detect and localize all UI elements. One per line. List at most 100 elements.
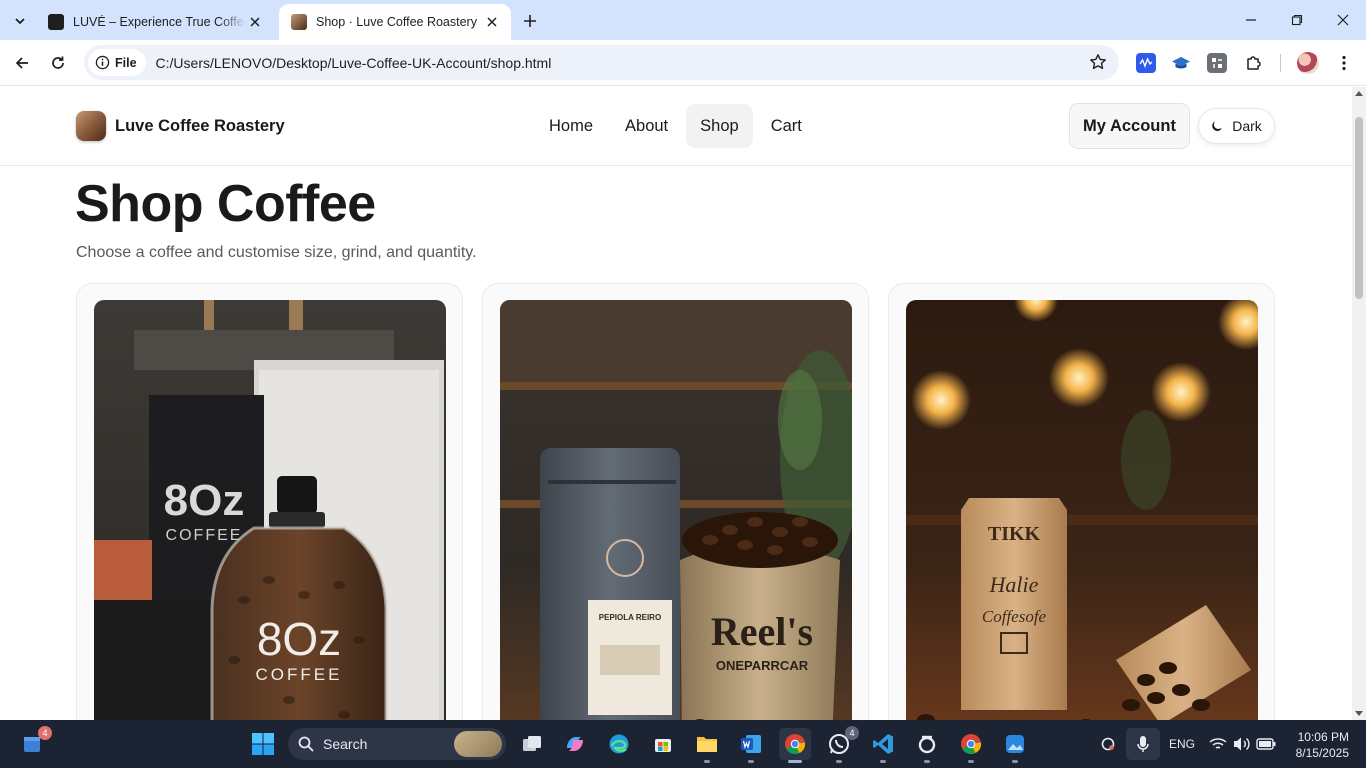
reload-button[interactable]: [43, 48, 73, 78]
extension-grid-icon[interactable]: [1207, 53, 1227, 73]
nav-cart[interactable]: Cart: [757, 104, 816, 148]
ring-app-icon: [918, 735, 936, 754]
start-button[interactable]: [247, 728, 279, 760]
running-indicator: [1012, 760, 1018, 763]
minimize-icon: [1246, 19, 1256, 21]
close-icon[interactable]: [483, 13, 501, 31]
product-image: PEPIOLA REIRO Reel's ONEPARRCAR: [500, 300, 852, 720]
browser-menu-button[interactable]: [1329, 48, 1359, 78]
store-icon: [655, 739, 671, 752]
dark-mode-toggle[interactable]: Dark: [1198, 108, 1275, 144]
scrollbar-thumb[interactable]: [1355, 117, 1363, 299]
search-icon: [298, 736, 314, 752]
tab-search-button[interactable]: [6, 7, 34, 35]
close-icon: [1337, 14, 1349, 26]
dark-mode-label: Dark: [1232, 118, 1262, 134]
system-clock[interactable]: 10:06 PM 8/15/2025: [1287, 729, 1349, 761]
running-indicator: [924, 760, 930, 763]
folder-icon: [697, 737, 717, 752]
tab-title: LUVÉ – Experience True Coffee Q: [73, 15, 246, 29]
url-text[interactable]: C:/Users/LENOVO/Desktop/Luve-Coffee-UK-A…: [156, 55, 552, 71]
tab-title: Shop · Luve Coffee Roastery: [316, 15, 477, 29]
clock-time: 10:06 PM: [1297, 730, 1349, 744]
back-button[interactable]: [7, 48, 37, 78]
product-card[interactable]: 8Oz COFFEE 8Oz COFFEE: [76, 283, 463, 720]
chrome-icon: [785, 734, 806, 755]
web-page: Luve Coffee Roastery Home About Shop Car…: [0, 87, 1352, 720]
clock-date: 8/15/2025: [1295, 746, 1349, 760]
photos-icon: [1006, 735, 1024, 753]
profile-avatar[interactable]: [1297, 52, 1319, 74]
brand-link[interactable]: Luve Coffee Roastery: [76, 111, 285, 141]
close-window-button[interactable]: [1320, 0, 1366, 40]
microphone-button[interactable]: [1126, 728, 1160, 760]
wifi-button[interactable]: [1206, 728, 1230, 760]
arrow-left-icon: [15, 57, 28, 69]
microphone-icon: [1137, 736, 1149, 752]
page-scrollbar[interactable]: [1352, 87, 1366, 720]
product-card[interactable]: PEPIOLA REIRO Reel's ONEPARRCAR: [482, 283, 869, 720]
extensions-puzzle-icon[interactable]: [1244, 53, 1264, 73]
volume-button[interactable]: [1230, 728, 1254, 760]
microsoft-store-button[interactable]: [647, 728, 679, 760]
bottle-box-brand-text: 8Oz: [164, 476, 245, 525]
notification-badge: 4: [845, 726, 859, 740]
nav-about[interactable]: About: [611, 104, 682, 148]
star-icon[interactable]: [1089, 53, 1107, 71]
task-view-button[interactable]: [516, 728, 548, 760]
luve-icon: [48, 14, 64, 30]
word-button[interactable]: [735, 728, 767, 763]
nav-home[interactable]: Home: [535, 104, 607, 148]
scroll-up-icon[interactable]: [1355, 91, 1363, 96]
copilot-icon: [567, 737, 583, 751]
battery-icon: [1256, 738, 1276, 750]
page-title: Shop Coffee: [75, 175, 376, 233]
running-indicator: [836, 760, 842, 763]
nav-shop[interactable]: Shop: [686, 104, 753, 148]
extension-graduation-cap-icon[interactable]: [1171, 53, 1191, 73]
edge-button[interactable]: [603, 728, 635, 760]
tab-shop[interactable]: Shop · Luve Coffee Roastery: [279, 4, 511, 40]
calendar-widget-button[interactable]: 4: [16, 726, 52, 760]
copilot-button[interactable]: [559, 728, 591, 760]
tab-luve-home[interactable]: LUVÉ – Experience True Coffee Q: [36, 4, 274, 40]
tray-app-icon[interactable]: [1095, 728, 1121, 760]
bottle-brand-text: 8Oz: [257, 613, 341, 665]
restore-icon: [1291, 14, 1303, 26]
my-account-button[interactable]: My Account: [1069, 103, 1190, 149]
kraft-bag-brand-text: TIKK: [988, 523, 1041, 545]
kraft-bag-sub-text: Halie: [989, 572, 1039, 597]
wifi-icon: [1209, 738, 1227, 749]
app-ring-button[interactable]: [911, 728, 943, 763]
photos-button[interactable]: [999, 728, 1031, 763]
moon-icon: [1212, 121, 1223, 131]
main-nav: Home About Shop Cart: [535, 104, 816, 148]
whatsapp-button[interactable]: 4: [823, 726, 859, 763]
close-icon[interactable]: [246, 13, 264, 31]
browser-tab-strip: LUVÉ – Experience True Coffee Q Shop · L…: [0, 0, 1366, 40]
chrome-button[interactable]: [779, 728, 811, 763]
reload-icon: [52, 56, 64, 69]
language-indicator[interactable]: ENG: [1169, 737, 1195, 751]
file-explorer-button[interactable]: [691, 728, 723, 763]
new-tab-button[interactable]: [517, 9, 543, 33]
extension-wave-icon[interactable]: [1136, 53, 1156, 73]
site-info-chip[interactable]: File: [88, 49, 146, 76]
running-indicator: [880, 760, 886, 763]
running-indicator: [704, 760, 710, 763]
site-chip-label: File: [115, 55, 137, 70]
product-card[interactable]: TIKK Halie Coffesofe: [888, 283, 1275, 720]
battery-button[interactable]: [1254, 728, 1278, 760]
more-vertical-icon: [1342, 55, 1346, 71]
minimize-button[interactable]: [1228, 0, 1274, 40]
taskbar-search[interactable]: Search: [288, 728, 506, 760]
product-image: 8Oz COFFEE 8Oz COFFEE: [94, 300, 446, 720]
vscode-button[interactable]: [867, 728, 899, 763]
toolbar-divider: [1280, 54, 1281, 72]
scroll-down-icon[interactable]: [1355, 711, 1363, 716]
restore-button[interactable]: [1274, 0, 1320, 40]
search-label: Search: [323, 736, 368, 752]
chrome-profile-button[interactable]: [955, 728, 987, 763]
brand-logo: [76, 111, 106, 141]
address-bar[interactable]: File C:/Users/LENOVO/Desktop/Luve-Coffee…: [84, 45, 1119, 80]
